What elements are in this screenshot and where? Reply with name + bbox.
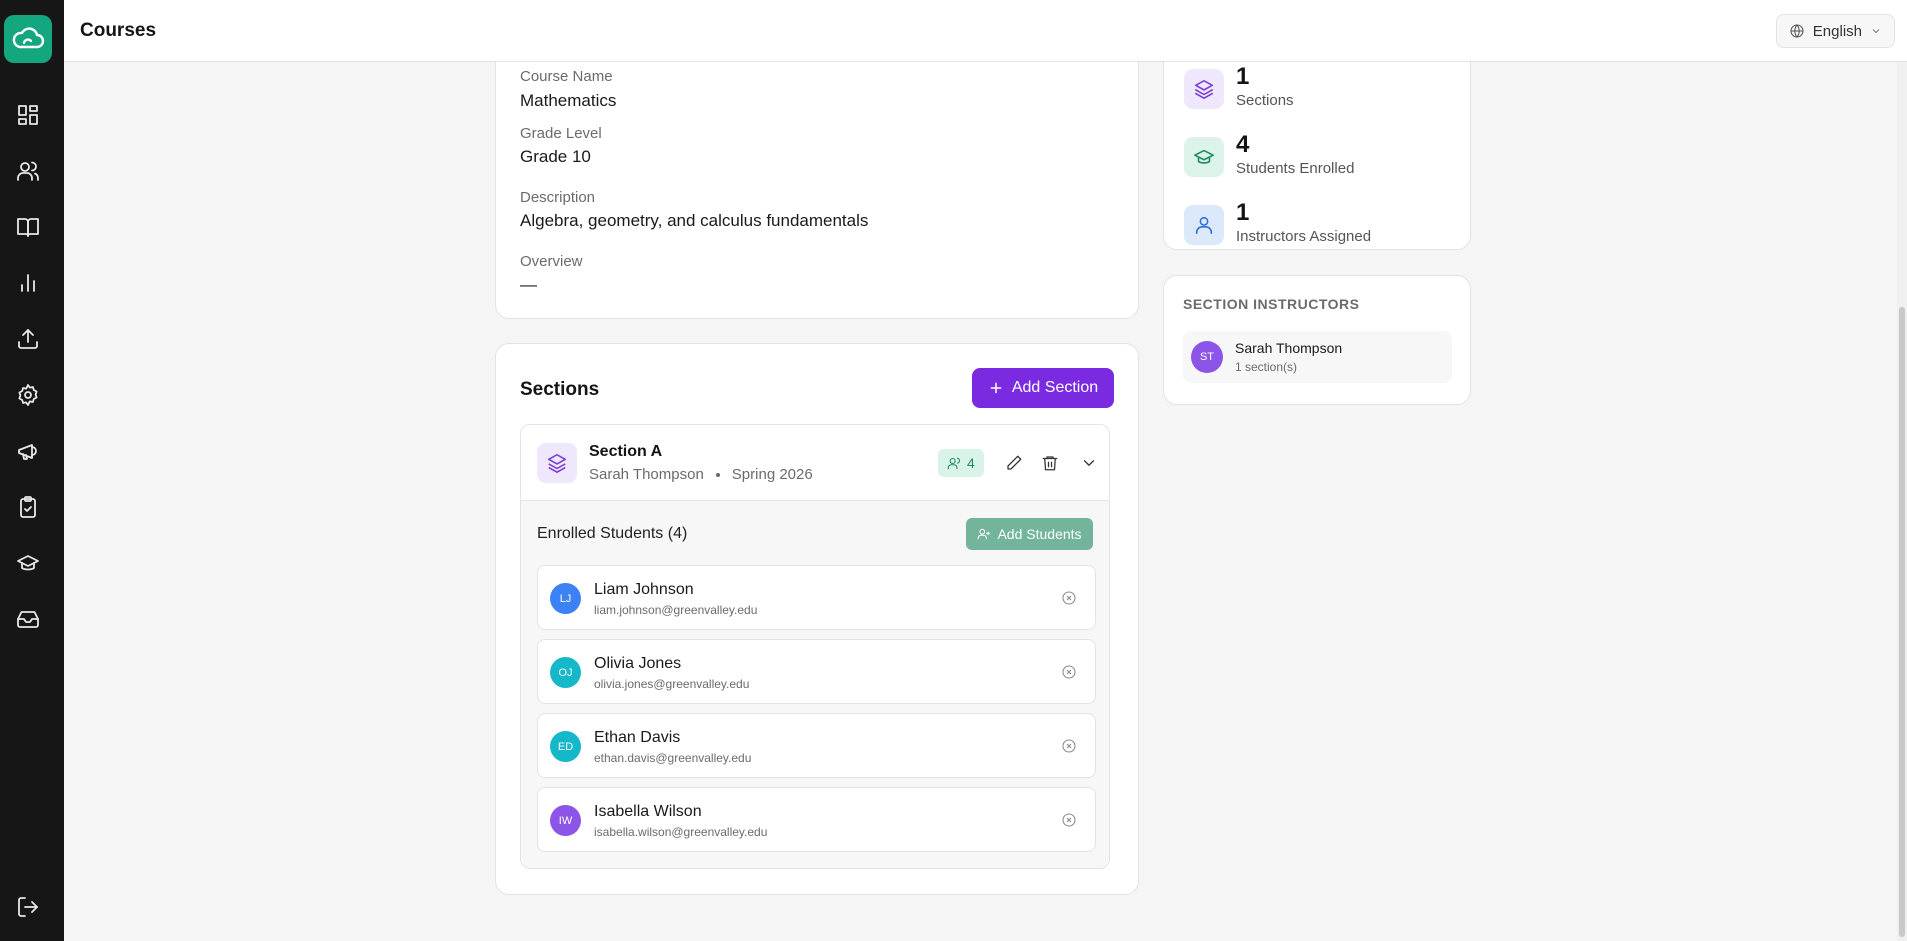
user-icon	[1184, 205, 1224, 245]
gear-icon[interactable]	[12, 379, 44, 411]
stat-value: 1	[1236, 199, 1250, 226]
chart-icon[interactable]	[12, 267, 44, 299]
main-content: Course Name Mathematics Grade Level Grad…	[64, 62, 1907, 941]
section-term: Spring 2026	[731, 466, 813, 483]
layers-icon	[537, 443, 577, 483]
sections-title: Sections	[520, 379, 600, 400]
student-row: LJ Liam Johnson liam.johnson@greenvalley…	[537, 565, 1096, 630]
page-title: Courses	[80, 20, 157, 41]
section-instructors-title: SECTION INSTRUCTORS	[1183, 296, 1360, 312]
section-item: Section A Sarah Thompson Spring 2026 4 E…	[520, 424, 1110, 869]
stat-label: Sections	[1236, 92, 1294, 109]
remove-student-button[interactable]	[1059, 736, 1079, 756]
users-icon	[947, 457, 961, 469]
collapse-section-button[interactable]	[1077, 451, 1101, 475]
section-header[interactable]: Section A Sarah Thompson Spring 2026 4	[521, 425, 1109, 501]
users-icon[interactable]	[12, 155, 44, 187]
stat-value: 1	[1236, 63, 1250, 90]
chevron-down-icon	[1083, 460, 1095, 466]
instructor-name: Sarah Thompson	[1235, 340, 1343, 356]
scrollbar-thumb[interactable]	[1899, 307, 1905, 937]
description-value: Algebra, geometry, and calculus fundamen…	[520, 211, 869, 230]
clipboard-check-icon[interactable]	[12, 491, 44, 523]
cloud-logo-icon[interactable]	[4, 15, 52, 63]
student-name: Olivia Jones	[594, 655, 682, 672]
student-name: Isabella Wilson	[594, 803, 702, 820]
logout-icon[interactable]	[12, 891, 44, 923]
sections-card: Sections Add Section Section A Sarah Tho…	[495, 343, 1139, 895]
student-email: isabella.wilson@greenvalley.edu	[594, 825, 768, 839]
edit-section-button[interactable]	[1002, 451, 1026, 475]
book-icon[interactable]	[12, 211, 44, 243]
grade-level-label: Grade Level	[520, 125, 602, 142]
section-instructor: Sarah Thompson	[589, 466, 704, 483]
remove-student-button[interactable]	[1059, 810, 1079, 830]
top-header: Courses English	[64, 0, 1907, 62]
inbox-icon[interactable]	[12, 603, 44, 635]
student-row: ED Ethan Davis ethan.davis@greenvalley.e…	[537, 713, 1096, 778]
graduation-cap-icon	[1184, 137, 1224, 177]
overview-value: —	[520, 275, 537, 294]
course-details-card: Course Name Mathematics Grade Level Grad…	[495, 62, 1139, 319]
course-name-value: Mathematics	[520, 91, 617, 110]
overview-label: Overview	[520, 253, 583, 270]
enrolled-students-title: Enrolled Students (4)	[537, 525, 688, 542]
student-row: IW Isabella Wilson isabella.wilson@green…	[537, 787, 1096, 852]
chevron-down-icon	[1872, 29, 1880, 34]
student-email: ethan.davis@greenvalley.edu	[594, 751, 752, 765]
user-plus-icon	[978, 528, 991, 540]
graduation-cap-icon[interactable]	[12, 547, 44, 579]
stat-label: Instructors Assigned	[1236, 228, 1372, 245]
student-count: 4	[967, 455, 975, 471]
avatar: ED	[550, 731, 581, 762]
student-email: olivia.jones@greenvalley.edu	[594, 677, 750, 691]
student-name: Liam Johnson	[594, 581, 694, 598]
student-name: Ethan Davis	[594, 729, 681, 746]
add-students-button[interactable]: Add Students	[966, 518, 1093, 550]
avatar: ST	[1191, 341, 1223, 373]
grade-level-value: Grade 10	[520, 147, 591, 166]
close-circle-icon	[1062, 739, 1076, 753]
close-circle-icon	[1062, 813, 1076, 827]
add-students-label: Add Students	[997, 526, 1082, 542]
student-row: OJ Olivia Jones olivia.jones@greenvalley…	[537, 639, 1096, 704]
stat-label: Students Enrolled	[1236, 160, 1355, 177]
globe-icon	[1790, 24, 1804, 38]
language-label: English	[1812, 22, 1862, 40]
upload-icon[interactable]	[12, 323, 44, 355]
instructor-item[interactable]: ST Sarah Thompson 1 section(s)	[1183, 331, 1452, 383]
remove-student-button[interactable]	[1059, 588, 1079, 608]
sidebar	[0, 0, 64, 941]
avatar: OJ	[550, 657, 581, 688]
close-circle-icon	[1062, 591, 1076, 605]
stat-value: 4	[1236, 131, 1250, 158]
section-meta: Sarah Thompson Spring 2026	[589, 466, 813, 483]
close-circle-icon	[1062, 665, 1076, 679]
scrollbar[interactable]	[1897, 62, 1907, 941]
avatar: IW	[550, 805, 581, 836]
student-email: liam.johnson@greenvalley.edu	[594, 603, 758, 617]
enrolled-students-panel: Enrolled Students (4) Add Students LJ Li…	[521, 501, 1109, 868]
course-name-label: Course Name	[520, 68, 613, 85]
description-label: Description	[520, 189, 596, 206]
course-stats-card: 1 Sections 4 Students Enrolled 1 Instruc…	[1163, 62, 1471, 250]
layers-icon	[1184, 69, 1224, 109]
delete-section-button[interactable]	[1038, 451, 1062, 475]
add-section-label: Add Section	[1011, 379, 1099, 396]
student-count-badge: 4	[938, 449, 984, 477]
remove-student-button[interactable]	[1059, 662, 1079, 682]
pencil-icon	[1007, 455, 1022, 470]
dashboard-icon[interactable]	[12, 99, 44, 131]
section-name: Section A	[589, 443, 663, 460]
trash-icon	[1042, 456, 1058, 471]
language-selector[interactable]: English	[1775, 14, 1895, 48]
separator-dot	[715, 472, 720, 477]
plus-icon	[990, 382, 1002, 394]
avatar: LJ	[550, 583, 581, 614]
add-section-button[interactable]: Add Section	[972, 368, 1114, 408]
megaphone-icon[interactable]	[12, 435, 44, 467]
section-instructors-card: SECTION INSTRUCTORS ST Sarah Thompson 1 …	[1163, 275, 1471, 405]
instructor-section-count: 1 section(s)	[1235, 360, 1298, 374]
